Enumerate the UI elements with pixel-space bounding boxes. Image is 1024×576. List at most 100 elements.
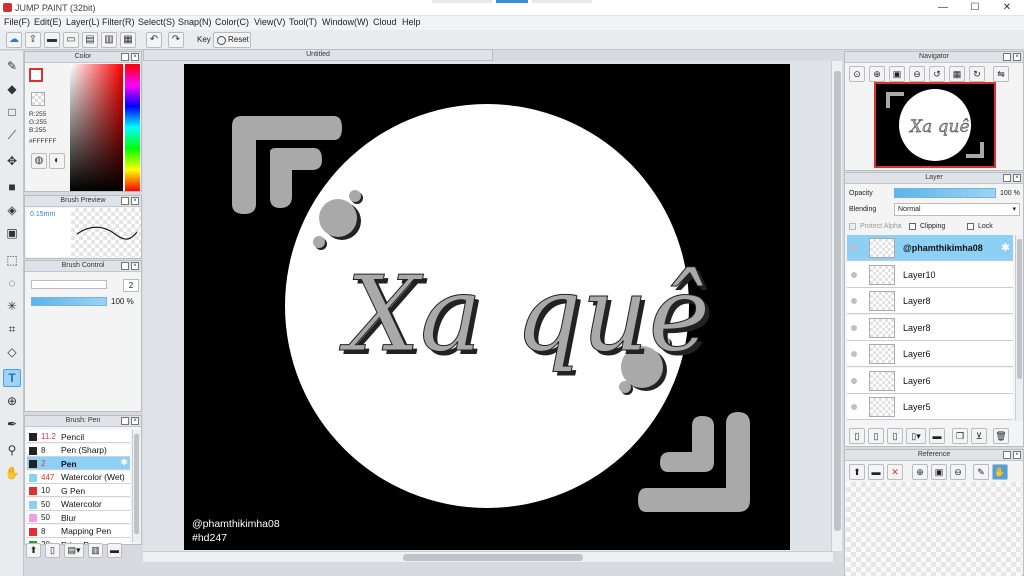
brush-item[interactable]: 10 G Pen (27, 484, 130, 497)
brush-item[interactable]: 8 Pen (Sharp) (27, 443, 130, 457)
text-tool-icon[interactable]: T (3, 369, 21, 387)
layer-settings-gear-icon[interactable]: ✱ (1001, 241, 1010, 254)
move-tool-icon[interactable]: ✥ (3, 152, 21, 170)
menu-select[interactable]: Select(S) (138, 17, 175, 27)
select-rect-tool-icon[interactable]: ⬚ (3, 251, 21, 269)
comment-icon[interactable]: ▬ (44, 32, 60, 48)
new-brush-icon[interactable]: ▯ (45, 543, 60, 558)
menu-edit[interactable]: Edit(E) (34, 17, 62, 27)
reference-canvas[interactable] (846, 482, 1022, 576)
reference-fit-icon[interactable]: ▣ (931, 464, 947, 480)
layer-row[interactable]: Layer6 (847, 341, 1013, 367)
line-tool-icon[interactable]: ⟋ (3, 126, 21, 144)
magic-wand-tool-icon[interactable]: ✳ (3, 297, 21, 315)
panel-close-icon[interactable]: × (131, 417, 139, 425)
brush-cloud-icon[interactable]: ⬆ (26, 543, 41, 558)
layer-visibility-icon[interactable] (851, 377, 857, 384)
menu-file[interactable]: File(F) (4, 17, 30, 27)
eyedropper-color-icon[interactable]: ◐ (49, 153, 65, 169)
brush-opacity-slider[interactable] (31, 297, 107, 306)
minimize-button[interactable]: — (928, 0, 958, 16)
lasso-tool-icon[interactable]: ◌ (3, 274, 21, 292)
horizontal-scroll-thumb[interactable] (403, 554, 583, 561)
layer-opacity-slider[interactable] (894, 188, 996, 198)
select-pen-tool-icon[interactable]: ⌗ (3, 320, 21, 338)
eraser-tool-icon[interactable]: ◆ (3, 80, 21, 98)
menu-view[interactable]: View(V) (254, 17, 285, 27)
layer-row[interactable]: Layer6 (847, 367, 1013, 394)
brush-folder-icon[interactable]: ▬ (107, 543, 122, 558)
menu-help[interactable]: Help (402, 17, 421, 27)
layer-folder-icon[interactable]: ▬ (929, 428, 945, 444)
zoom-actual-icon[interactable]: ▣ (889, 66, 905, 82)
panel-close-icon[interactable]: × (1013, 451, 1021, 459)
brush-menu-icon[interactable]: ▤▾ (64, 543, 84, 558)
vertical-scroll-thumb[interactable] (834, 71, 841, 531)
reset-button[interactable]: Reset (213, 32, 251, 48)
titlebar-tab[interactable] (432, 0, 492, 3)
brush-settings-gear-icon[interactable]: ✱ (120, 457, 128, 468)
eyedropper-tool-icon[interactable]: ⚲ (3, 441, 21, 459)
layer-visibility-icon[interactable] (851, 245, 857, 251)
clipping-checkbox[interactable] (909, 223, 916, 230)
maximize-button[interactable]: ☐ (960, 0, 990, 16)
brush-item[interactable]: 447 Watercolor (Wet) (27, 470, 130, 484)
brush-list-scrollbar[interactable] (132, 430, 140, 542)
document-icon[interactable]: ▤ (82, 32, 98, 48)
zoom-out-icon[interactable]: ⊖ (909, 66, 925, 82)
palette-icon[interactable]: ◍ (31, 153, 47, 169)
brush-size-slider[interactable] (31, 280, 107, 289)
layer-row[interactable]: Layer8 (847, 288, 1013, 314)
panel-float-icon[interactable] (121, 262, 129, 270)
undo-icon[interactable]: ↶ (146, 32, 162, 48)
brush-item[interactable]: 50 Watercolor (27, 497, 130, 511)
cloud-save-icon[interactable]: ☁ (6, 32, 22, 48)
reference-hand-icon[interactable]: ✋ (992, 464, 1008, 480)
delete-layer-icon[interactable]: 🗑 (993, 428, 1009, 444)
merge-layer-icon[interactable]: ⊻ (971, 428, 987, 444)
pen-tool-icon[interactable]: ✒ (3, 415, 21, 433)
menu-filter[interactable]: Filter(R) (102, 17, 135, 27)
transform-tool-icon[interactable]: ⊕ (3, 392, 21, 410)
hue-slider[interactable] (125, 64, 140, 191)
layer-visibility-icon[interactable] (851, 298, 857, 304)
layer-visibility-icon[interactable] (851, 404, 857, 410)
rect-tool-icon[interactable]: □ (3, 103, 21, 121)
titlebar-tab-active[interactable] (496, 0, 528, 3)
redo-icon[interactable]: ↷ (168, 32, 184, 48)
share-icon[interactable]: ⇪ (25, 32, 41, 48)
layer-visibility-icon[interactable] (851, 271, 857, 278)
panel-close-icon[interactable]: × (1013, 53, 1021, 61)
layer-visibility-icon[interactable] (851, 324, 857, 331)
fit-screen-icon[interactable]: ▦ (949, 66, 965, 82)
reference-zoom-out-icon[interactable]: ⊖ (950, 464, 966, 480)
brush-item[interactable]: 8 Mapping Pen (27, 524, 130, 538)
hand-tool-icon[interactable]: ✋ (3, 464, 21, 482)
panel-close-icon[interactable]: × (131, 53, 139, 61)
select-eraser-tool-icon[interactable]: ◇ (3, 343, 21, 361)
reference-open-icon[interactable]: ▬ (868, 464, 884, 480)
menu-window[interactable]: Window(W) (322, 17, 369, 27)
layer-row[interactable]: Layer8 (847, 314, 1013, 341)
navigator-thumbnail[interactable]: Xa quê (874, 82, 996, 168)
panel-float-icon[interactable] (1003, 174, 1011, 182)
rotate-left-icon[interactable]: ↺ (929, 66, 945, 82)
reference-eyedropper-icon[interactable]: ✎ (973, 464, 989, 480)
brush-item[interactable]: 50 Blur (27, 511, 130, 524)
saturation-value-picker[interactable] (70, 64, 123, 191)
panel-float-icon[interactable] (121, 197, 129, 205)
grid-icon[interactable]: ▦ (120, 32, 136, 48)
panel-close-icon[interactable]: × (131, 262, 139, 270)
new-layer-icon[interactable]: ▯ (849, 428, 865, 444)
zoom-in-icon[interactable]: ⊕ (869, 66, 885, 82)
brush-tool-icon[interactable]: ✎ (3, 57, 21, 75)
page-icon[interactable]: ▥ (101, 32, 117, 48)
layer-menu-icon[interactable]: ▯▾ (906, 428, 926, 444)
document-tab[interactable]: Untitled (143, 49, 493, 61)
brush-item[interactable]: 2 Pen ✱ (27, 457, 130, 470)
gradient-tool-icon[interactable]: ▣ (3, 224, 21, 242)
close-button[interactable]: ✕ (992, 0, 1022, 16)
flip-icon[interactable]: ⇋ (993, 66, 1009, 82)
brush-settings-icon[interactable]: ▥ (88, 543, 103, 558)
transparent-color-swatch[interactable] (31, 92, 45, 106)
